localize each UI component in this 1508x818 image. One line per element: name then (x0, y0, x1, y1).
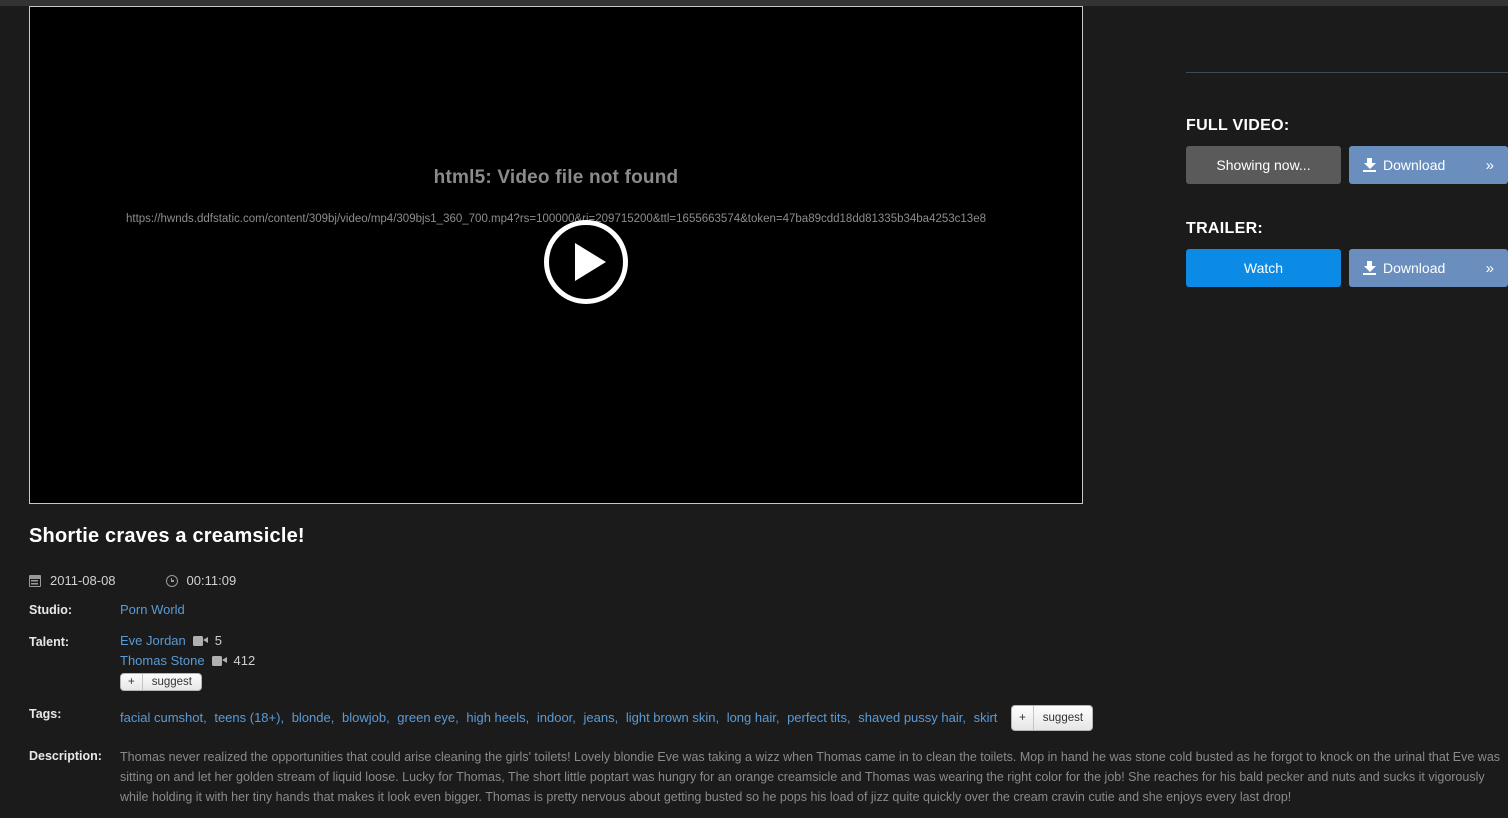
tag-link[interactable]: light brown skin (626, 710, 716, 725)
download-icon (1363, 261, 1376, 275)
video-meta-line: 2011-08-08 00:11:09 (29, 573, 236, 588)
tags-body: facial cumshot, teens (18+), blonde, blo… (120, 705, 1508, 731)
talent-list: Eve Jordan 5 Thomas Stone 412 (120, 633, 1508, 668)
tag-separator: , (615, 710, 622, 725)
studio-body: Porn World (120, 601, 1508, 619)
talent-video-count: 5 (215, 633, 222, 648)
tags-suggest-button[interactable]: + suggest (1011, 705, 1093, 731)
release-date-value: 2011-08-08 (50, 573, 116, 588)
download-label-group: Download (1363, 260, 1445, 276)
full-video-heading: FULL VIDEO: (1186, 117, 1508, 135)
talent-link[interactable]: Thomas Stone (120, 653, 205, 668)
tag-separator: , (776, 710, 783, 725)
tag-link[interactable]: blowjob (342, 710, 386, 725)
clock-icon (166, 575, 178, 587)
play-triangle (575, 243, 606, 281)
talent-label: Talent: (29, 633, 120, 691)
video-details: Studio: Porn World Talent: Eve Jordan 5 Th… (29, 601, 1508, 807)
tags-label: Tags: (29, 705, 120, 731)
talent-link[interactable]: Eve Jordan (120, 633, 186, 648)
video-camera-icon (193, 636, 208, 646)
description-text: Thomas never realized the opportunities … (120, 747, 1508, 807)
chevron-double-right-icon: » (1486, 158, 1494, 173)
tag-separator: , (962, 710, 969, 725)
tag-link[interactable]: green eye (397, 710, 455, 725)
tag-link[interactable]: high heels (466, 710, 525, 725)
page-root: html5: Video file not found https://hwnd… (0, 0, 1508, 818)
tag-separator: , (572, 710, 579, 725)
full-video-showing-now-button[interactable]: Showing now... (1186, 146, 1341, 184)
tag-separator: , (331, 710, 338, 725)
video-camera-icon (212, 656, 227, 666)
full-video-download-button[interactable]: Download » (1349, 146, 1508, 184)
download-label-group: Download (1363, 157, 1445, 173)
play-icon (544, 220, 628, 304)
calendar-icon (29, 575, 41, 587)
plus-icon: + (121, 674, 143, 690)
description-label: Description: (29, 747, 120, 807)
plus-icon: + (1012, 706, 1034, 730)
talent-entry: Eve Jordan 5 (120, 633, 1508, 648)
description-row: Description: Thomas never realized the o… (29, 747, 1508, 807)
talent-video-count: 412 (234, 653, 256, 668)
duration-value: 00:11:09 (187, 573, 237, 588)
release-date: 2011-08-08 (29, 573, 116, 588)
talent-suggest-button[interactable]: + suggest (120, 673, 202, 691)
video-player[interactable]: html5: Video file not found https://hwnd… (29, 6, 1083, 504)
trailer-download-label: Download (1383, 260, 1445, 276)
talent-suggest-label: suggest (143, 674, 201, 690)
talent-row: Talent: Eve Jordan 5 Thomas Stone 412 + sug… (29, 633, 1508, 691)
trailer-button-row: Watch Download » (1186, 249, 1508, 287)
play-button[interactable] (527, 220, 645, 304)
trailer-download-button[interactable]: Download » (1349, 249, 1508, 287)
tags-suggest-label: suggest (1034, 706, 1092, 730)
tag-separator: , (386, 710, 393, 725)
sidebar-divider (1186, 72, 1508, 73)
tag-separator: , (280, 710, 287, 725)
tag-link[interactable]: shaved pussy hair (858, 710, 962, 725)
tag-link[interactable]: facial cumshot (120, 710, 203, 725)
tag-link[interactable]: blonde (292, 710, 331, 725)
studio-link[interactable]: Porn World (120, 602, 185, 617)
tag-link[interactable]: teens (18+) (214, 710, 280, 725)
tag-link[interactable]: jeans (584, 710, 615, 725)
page-title: Shortie craves a creamsicle! (29, 525, 305, 548)
full-video-download-label: Download (1383, 157, 1445, 173)
download-icon (1363, 158, 1376, 172)
trailer-watch-button[interactable]: Watch (1186, 249, 1341, 287)
talent-entry: Thomas Stone 412 (120, 653, 1508, 668)
sidebar-actions: FULL VIDEO: Showing now... Download » TR… (1186, 72, 1508, 323)
tag-separator: , (455, 710, 462, 725)
tag-separator: , (203, 710, 210, 725)
full-video-button-row: Showing now... Download » (1186, 146, 1508, 184)
tag-separator: , (526, 710, 533, 725)
tags-row: Tags: facial cumshot, teens (18+), blond… (29, 705, 1508, 731)
tag-separator: , (847, 710, 854, 725)
tag-link[interactable]: perfect tits (787, 710, 847, 725)
tag-link[interactable]: long hair (727, 710, 776, 725)
tag-separator: , (715, 710, 722, 725)
player-error-message: html5: Video file not found (30, 167, 1082, 189)
chevron-double-right-icon: » (1486, 261, 1494, 276)
talent-body: Eve Jordan 5 Thomas Stone 412 + suggest (120, 633, 1508, 691)
trailer-heading: TRAILER: (1186, 220, 1508, 238)
duration: 00:11:09 (166, 573, 237, 588)
studio-label: Studio: (29, 601, 120, 619)
tag-link[interactable]: indoor (537, 710, 572, 725)
tag-link[interactable]: skirt (974, 710, 998, 725)
studio-row: Studio: Porn World (29, 601, 1508, 619)
tag-list: facial cumshot, teens (18+), blonde, blo… (120, 710, 997, 725)
